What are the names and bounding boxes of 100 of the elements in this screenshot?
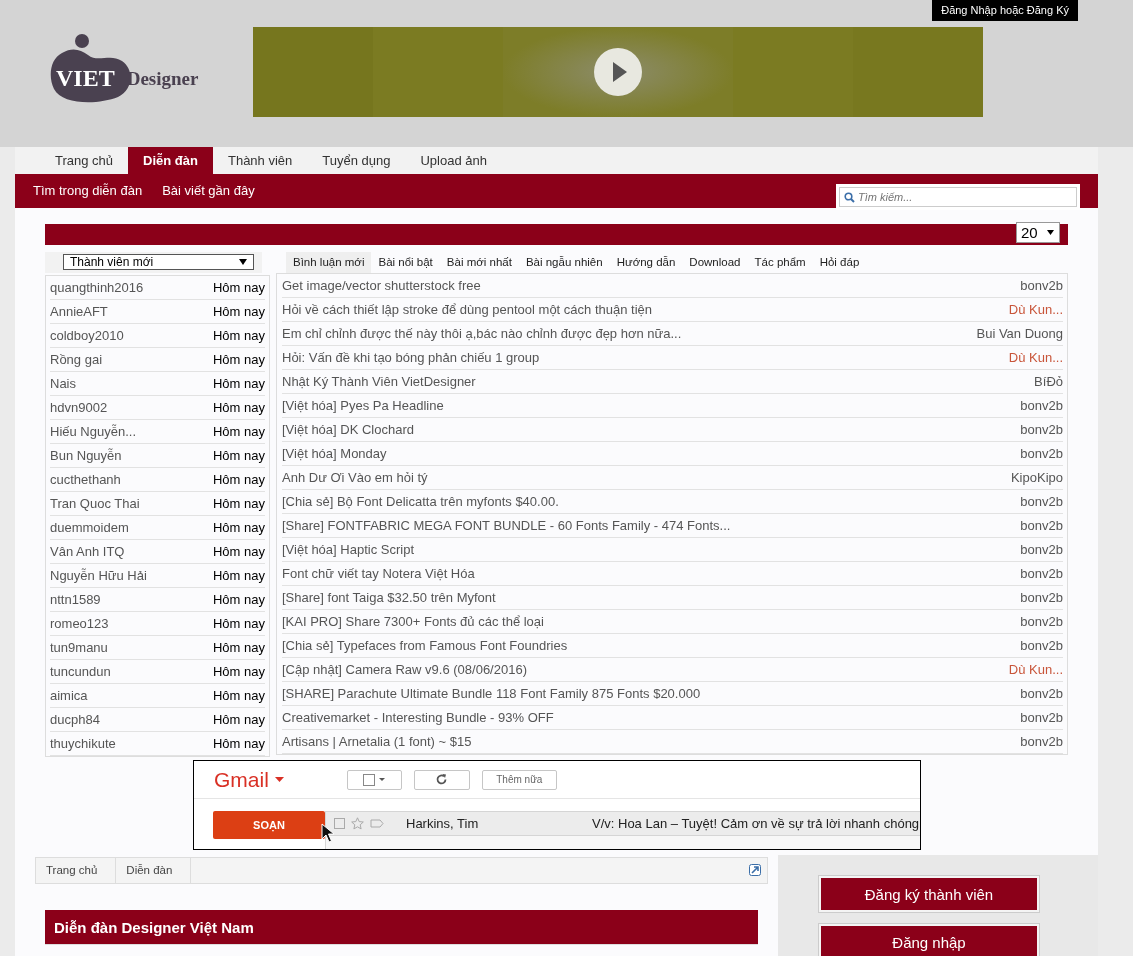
member-time: Hôm nay — [212, 496, 265, 511]
member-name[interactable]: Tran Quoc Thai — [50, 496, 140, 511]
post-author[interactable]: bonv2b — [1020, 446, 1063, 461]
post-title-link[interactable]: [Share] font Taiga $32.50 trên Myfont — [282, 590, 496, 605]
member-name[interactable]: Vân Anh ITQ — [50, 544, 125, 559]
sender-name[interactable]: Harkins, Tim — [406, 816, 586, 831]
more-button[interactable]: Thêm nữa — [481, 769, 557, 790]
nav-tab[interactable]: Thành viên — [212, 147, 308, 174]
checkbox[interactable] — [334, 818, 345, 829]
member-name[interactable]: cucthethanh — [50, 472, 121, 487]
member-name[interactable]: coldboy2010 — [50, 328, 124, 343]
post-title-link[interactable]: Font chữ viết tay Notera Việt Hóa — [282, 566, 475, 581]
post-author[interactable]: bonv2b — [1020, 638, 1063, 653]
post-author[interactable]: bonv2b — [1020, 518, 1063, 533]
member-select[interactable]: Thành viên mới — [63, 254, 254, 270]
breadcrumb-link[interactable]: Trang chủ — [36, 858, 117, 883]
nav-tab[interactable]: Tuyển dụng — [307, 147, 406, 174]
post-author[interactable]: BíĐỏ — [1034, 374, 1063, 389]
post-title-link[interactable]: Artisans | Arnetalia (1 font) ~ $15 — [282, 734, 472, 749]
post-title-link[interactable]: Creativemarket - Interesting Bundle - 93% OFF — [282, 710, 554, 725]
login-link[interactable]: Đăng Nhập hoặc Đăng Ký — [932, 0, 1078, 21]
external-link-icon[interactable] — [749, 864, 761, 876]
post-author[interactable]: bonv2b — [1020, 710, 1063, 725]
member-name[interactable]: AnnieAFT — [50, 304, 108, 319]
member-name[interactable]: hdvn9002 — [50, 400, 108, 415]
post-title-link[interactable]: Hỏi: Vấn đề khi tạo bóng phản chiếu 1 group — [282, 350, 540, 365]
sidebar-button[interactable]: Đăng nhập — [821, 926, 1037, 956]
breadcrumb-link[interactable]: Diễn đàn — [116, 858, 192, 883]
post-title-link[interactable]: Anh Dư Ơi Vào em hỏi tý — [282, 470, 428, 485]
nav-tab[interactable]: Upload ảnh — [405, 147, 502, 174]
post-author[interactable]: bonv2b — [1020, 686, 1063, 701]
sub-nav-link[interactable]: Tìm trong diễn đàn — [33, 182, 143, 198]
member-name[interactable]: Rồng gai — [50, 352, 103, 367]
post-title-link[interactable]: Hỏi về cách thiết lập stroke để dùng pentool một cách thuận tiện — [282, 302, 652, 317]
refresh-button[interactable] — [413, 769, 470, 790]
gmail-ad-panel[interactable]: Gmail Thêm nữa SOẠN Harkins, Tim V/v: Hoa Lan – Tuyệt! Cảm ơn về sự trả lời nhanh chóng. — [193, 760, 921, 850]
post-tab[interactable]: Bài mới nhất — [439, 252, 519, 273]
post-author[interactable]: KipoKipo — [1010, 470, 1063, 485]
post-tab[interactable]: Bài ngẫu nhiên — [518, 252, 610, 273]
member-name[interactable]: thuychikute — [50, 736, 116, 751]
post-author[interactable]: Bui Van Duong — [976, 326, 1063, 341]
post-tab[interactable]: Download — [682, 252, 748, 273]
member-name[interactable]: quangthinh2016 — [50, 280, 144, 295]
post-tab[interactable]: Bài nổi bật — [371, 252, 440, 273]
post-author[interactable]: bonv2b — [1020, 614, 1063, 629]
play-button[interactable] — [594, 48, 642, 96]
post-author[interactable]: bonv2b — [1020, 398, 1063, 413]
post-title-link[interactable]: [Việt hóa] Pyes Pa Headline — [282, 398, 444, 413]
post-author[interactable]: bonv2b — [1020, 542, 1063, 557]
member-name[interactable]: romeo123 — [50, 616, 109, 631]
post-author[interactable]: bonv2b — [1020, 590, 1063, 605]
post-title-link[interactable]: Em chỉ chỉnh được thế này thôi ạ,bác nào chỉnh được đẹp hơn nữa... — [282, 326, 682, 341]
member-name[interactable]: nttn1589 — [50, 592, 101, 607]
post-title-link[interactable]: [Cập nhật] Camera Raw v9.6 (08/06/2016) — [282, 662, 527, 677]
member-name[interactable]: Nais — [50, 376, 76, 391]
post-author[interactable]: bonv2b — [1020, 566, 1063, 581]
sub-nav-link[interactable]: Bài viết gần đây — [162, 182, 255, 198]
member-time: Hôm nay — [212, 616, 265, 631]
post-author[interactable]: Dù Kun... — [1008, 662, 1063, 677]
post-title-link[interactable]: [Việt hóa] Haptic Script — [282, 542, 414, 557]
member-name[interactable]: ducph84 — [50, 712, 100, 727]
member-name[interactable]: Bun Nguyễn — [50, 448, 122, 463]
nav-tab[interactable]: Trang chủ — [40, 147, 129, 174]
member-name[interactable]: Hiếu Nguyễn... — [50, 424, 136, 439]
post-title-link[interactable]: Nhật Ký Thành Viên VietDesigner — [282, 374, 476, 389]
post-tab[interactable]: Hỏi đáp — [812, 252, 867, 273]
post-tab[interactable]: Bình luận mới — [286, 252, 372, 273]
post-author[interactable]: bonv2b — [1020, 278, 1063, 293]
member-name[interactable]: tun9manu — [50, 640, 108, 655]
post-author[interactable]: Dù Kun... — [1008, 350, 1063, 365]
select-checkbox-button[interactable] — [346, 769, 402, 790]
message-subject[interactable]: V/v: Hoa Lan – Tuyệt! Cảm ơn về sự trả lời nhanh chóng. — [592, 816, 920, 831]
post-author[interactable]: Dù Kun... — [1008, 302, 1063, 317]
sidebar-button[interactable]: Đăng ký thành viên — [821, 878, 1037, 910]
member-name[interactable]: aimica — [50, 688, 88, 703]
post-author[interactable]: bonv2b — [1020, 734, 1063, 749]
refresh-icon — [435, 773, 449, 786]
post-title-link[interactable]: [Việt hóa] DK Clochard — [282, 422, 414, 437]
nav-tab[interactable]: Diễn đàn — [128, 147, 213, 174]
count-select[interactable]: 20 — [1016, 222, 1060, 243]
star-icon[interactable] — [351, 817, 364, 830]
post-title-link[interactable]: [Việt hóa] Monday — [282, 446, 387, 461]
post-title-link[interactable]: [Chia sẻ] Bộ Font Delicatta trên myfonts $40.00. — [282, 494, 559, 509]
post-title-link[interactable]: [Chia sẻ] Typefaces from Famous Font Foundries — [282, 638, 568, 653]
member-time: Hôm nay — [212, 592, 265, 607]
post-author[interactable]: bonv2b — [1020, 494, 1063, 509]
post-tab[interactable]: Hướng dẫn — [609, 252, 683, 273]
compose-button[interactable]: SOẠN — [213, 811, 325, 839]
search-field[interactable]: Tìm kiếm... — [839, 187, 1077, 207]
member-name[interactable]: Nguyễn Hữu Hải — [50, 568, 147, 583]
member-name[interactable]: duemmoidem — [50, 520, 129, 535]
post-title-link[interactable]: Get image/vector shutterstock free — [282, 278, 481, 293]
post-author[interactable]: bonv2b — [1020, 422, 1063, 437]
post-title-link[interactable]: [SHARE] Parachute Ultimate Bundle 118 Font Family 875 Fonts $20.000 — [282, 686, 701, 701]
post-tab[interactable]: Tác phẩm — [747, 252, 813, 273]
member-time: Hôm nay — [212, 424, 265, 439]
post-title-link[interactable]: [Share] FONTFABRIC MEGA FONT BUNDLE - 60 Fonts Family - 474 Fonts... — [282, 518, 731, 533]
forum-title: Diễn đàn Designer Việt Nam — [54, 918, 254, 936]
post-title-link[interactable]: [KAI PRO] Share 7300+ Fonts đủ các thể loại — [282, 614, 544, 629]
member-name[interactable]: tuncundun — [50, 664, 111, 679]
